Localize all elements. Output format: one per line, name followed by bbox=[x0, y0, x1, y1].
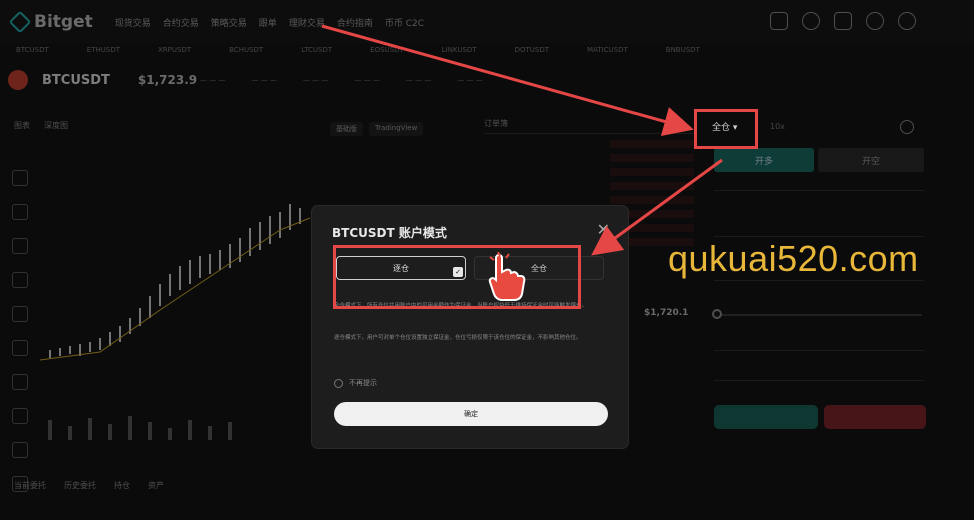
pointer-hand-icon bbox=[488, 252, 526, 301]
watermark-text: qukuai520.com bbox=[668, 238, 919, 279]
arrow-to-dropdown bbox=[321, 24, 694, 137]
